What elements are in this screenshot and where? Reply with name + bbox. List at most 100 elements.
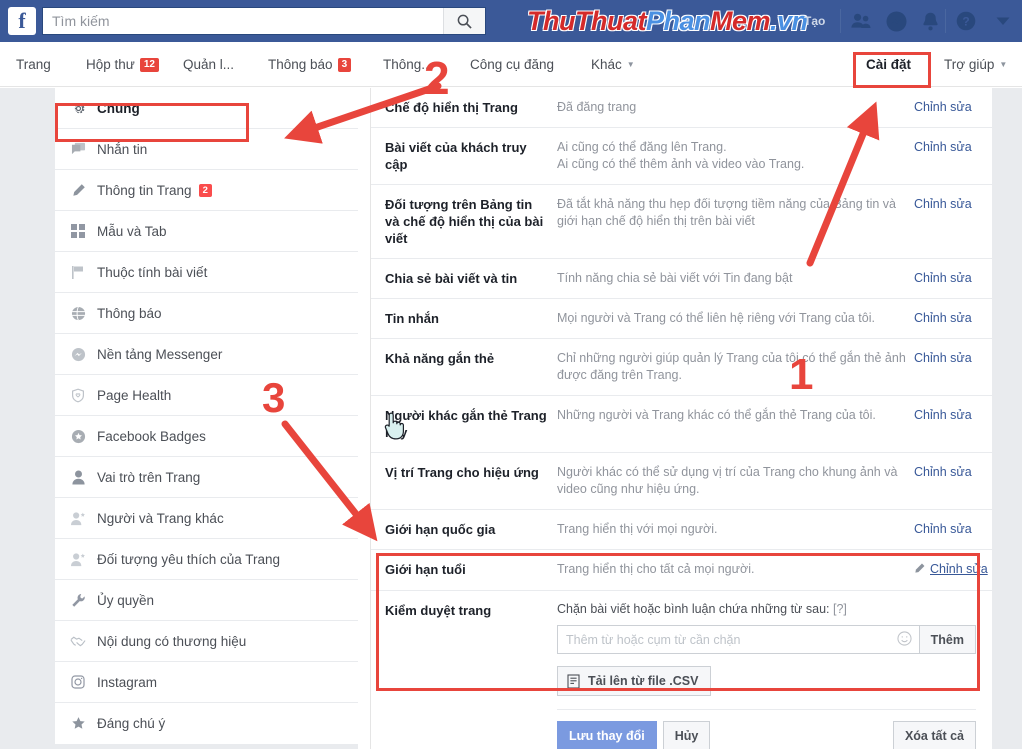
setting-value: Người khác có thể sử dụng vị trí của Tra… (557, 465, 898, 496)
shield-heart-icon (67, 386, 89, 404)
upload-csv-button[interactable]: Tải lên từ file .CSV (557, 666, 712, 696)
topbar-divider-2 (945, 9, 946, 33)
sidebar-item-label: Nhắn tin (97, 141, 148, 157)
tab-cong-cu-dang[interactable]: Công cụ đăng (470, 42, 554, 87)
sidebar-item-thuoc-tinh-bai-viet[interactable]: Thuộc tính bài viết (55, 252, 358, 293)
sidebar-item-nhan-tin[interactable]: Nhắn tin (55, 129, 358, 170)
tab-trang[interactable]: Trang (16, 42, 51, 87)
sidebar-item-mau-va-tab[interactable]: Mẫu và Tab (55, 211, 358, 252)
cancel-button[interactable]: Hủy (662, 721, 711, 749)
tab-thong-tin[interactable]: Thông... (383, 42, 433, 87)
tab-tro-giup[interactable]: Trợ giúp ▼ (944, 42, 1007, 87)
friends-icon[interactable] (849, 10, 873, 32)
edit-link-cell[interactable]: Chỉnh sửa (914, 196, 992, 247)
setting-label: Khả năng gắn thẻ (385, 351, 495, 366)
sidebar-item-dang-chu-y[interactable]: Đáng chú ý (55, 703, 358, 744)
edit-link-cell[interactable]: Chỉnh sửa (914, 521, 992, 538)
sidebar-item-doi-tuong-yeu-thich[interactable]: Đối tượng yêu thích của Trang (55, 539, 358, 580)
setting-value: Ai cũng có thể đăng lên Trang. Ai cũng c… (557, 140, 805, 171)
settings-main-panel: Chế độ hiển thị Trang Đã đăng trang Chỉn… (370, 88, 992, 749)
notifications-icon[interactable] (918, 10, 942, 32)
blocked-words-box[interactable] (557, 625, 920, 654)
tab-label: Trợ giúp (944, 57, 995, 72)
edit-link-cell[interactable]: Chỉnh sửa (914, 139, 992, 173)
setting-label: Bài viết của khách truy cập (385, 140, 527, 172)
save-changes-button[interactable]: Lưu thay đổi (557, 721, 657, 749)
svg-text:?: ? (962, 15, 969, 29)
upload-csv-label: Tải lên từ file .CSV (588, 674, 699, 688)
pencil-icon (67, 181, 89, 199)
setting-row-page-moderation: Kiểm duyệt trang Chặn bài viết hoặc bình… (371, 591, 992, 749)
edit-link[interactable]: Chỉnh sửa (914, 350, 972, 367)
facebook-page-settings-screen: f ThuThuatPhanMem.vn Tạo (0, 0, 1022, 749)
grid-icon (67, 222, 89, 240)
edit-link-cell[interactable]: Chỉnh sửa (914, 464, 992, 498)
gear-icon (67, 99, 89, 117)
delete-all-button[interactable]: Xóa tất cả (892, 721, 976, 749)
emoji-icon[interactable] (897, 630, 912, 649)
edit-link[interactable]: Chỉnh sửa (930, 561, 988, 578)
add-word-button[interactable]: Thêm (919, 625, 976, 654)
setting-label: Chia sẻ bài viết và tin (385, 271, 518, 286)
sidebar-item-uy-quyen[interactable]: Ủy quyền (55, 580, 358, 621)
search-icon[interactable] (443, 8, 485, 34)
person-icon (67, 468, 89, 486)
account-menu-icon[interactable] (991, 10, 1015, 32)
site-watermark: ThuThuatPhanMem.vn (527, 6, 808, 36)
messenger-icon[interactable] (884, 10, 908, 32)
top-navigation-bar: f ThuThuatPhanMem.vn Tạo (0, 0, 1022, 42)
setting-value: Đã tắt khả năng thu hẹp đối tượng tiềm n… (557, 197, 897, 228)
edit-link-cell[interactable]: Chỉnh sửa (914, 407, 992, 441)
sidebar-item-facebook-badges[interactable]: Facebook Badges (55, 416, 358, 457)
moderation-body: Chặn bài viết hoặc bình luận chứa những … (557, 602, 992, 749)
edit-link[interactable]: Chỉnh sửa (914, 407, 972, 424)
setting-label: Người khác gắn thẻ Trang này (385, 408, 547, 440)
edit-link-cell[interactable]: Chỉnh sửa (914, 561, 992, 579)
tab-quan-ly[interactable]: Quản l... (183, 42, 234, 87)
edit-link-cell[interactable]: Chỉnh sửa (914, 99, 992, 116)
edit-link[interactable]: Chỉnh sửa (914, 99, 972, 116)
edit-link-cell[interactable]: Chỉnh sửa (914, 270, 992, 287)
blocked-words-input[interactable] (558, 626, 897, 653)
setting-value: Tính năng chia sẻ bài viết với Tin đang … (557, 271, 793, 285)
sidebar-item-nguoi-va-trang-khac[interactable]: Người và Trang khác (55, 498, 358, 539)
help-marker[interactable]: [?] (833, 602, 847, 616)
flag-icon (67, 263, 89, 281)
tab-hop-thu[interactable]: Hộp thư 12 (86, 42, 159, 87)
sidebar-item-instagram[interactable]: Instagram (55, 662, 358, 703)
create-label[interactable]: Tạo (804, 14, 825, 28)
edit-link[interactable]: Chỉnh sửa (914, 270, 972, 287)
edit-link-cell[interactable]: Chỉnh sửa (914, 310, 992, 327)
sidebar-item-label: Nền tảng Messenger (97, 346, 223, 362)
search-input[interactable] (43, 8, 443, 34)
help-icon[interactable]: ? (954, 10, 978, 32)
edit-link[interactable]: Chỉnh sửa (914, 310, 972, 327)
tab-thong-bao[interactable]: Thông báo 3 (268, 42, 352, 87)
sidebar-item-noi-dung-thuong-hieu[interactable]: Nội dung có thương hiệu (55, 621, 358, 662)
sidebar-item-label: Thông tin Trang (97, 182, 192, 198)
setting-label: Kiểm duyệt trang (385, 603, 492, 618)
inbox-badge: 12 (139, 57, 159, 72)
tab-khac[interactable]: Khác ▼ (591, 42, 635, 87)
setting-row-page-location-effects: Vị trí Trang cho hiệu ứng Người khác có … (371, 453, 992, 510)
facebook-logo-icon[interactable]: f (8, 7, 36, 35)
edit-link-cell[interactable]: Chỉnh sửa (914, 350, 992, 384)
sidebar-item-nen-tang-messenger[interactable]: Nền tảng Messenger (55, 334, 358, 375)
edit-link[interactable]: Chỉnh sửa (914, 521, 972, 538)
sidebar-item-page-health[interactable]: Page Health (55, 375, 358, 416)
edit-link[interactable]: Chỉnh sửa (914, 139, 972, 156)
edit-link[interactable]: Chỉnh sửa (914, 464, 972, 481)
pencil-icon (914, 562, 925, 579)
settings-sidebar: Chung Nhắn tin Thông tin Trang 2 Mẫu và … (0, 88, 358, 749)
setting-row-country-restrictions: Giới hạn quốc gia Trang hiển thị với mọi… (371, 510, 992, 550)
tab-cai-dat[interactable]: Cài đặt (866, 42, 911, 87)
edit-link[interactable]: Chỉnh sửa (914, 196, 972, 213)
search-box[interactable] (42, 7, 486, 35)
sidebar-item-vai-tro-tren-trang[interactable]: Vai trò trên Trang (55, 457, 358, 498)
sidebar-item-thong-tin-trang[interactable]: Thông tin Trang 2 (55, 170, 358, 211)
sidebar-item-thong-bao[interactable]: Thông báo (55, 293, 358, 334)
setting-label: Vị trí Trang cho hiệu ứng (385, 465, 539, 480)
sidebar-item-chung[interactable]: Chung (55, 88, 358, 129)
sidebar-item-label: Người và Trang khác (97, 510, 224, 526)
sidebar-item-label: Facebook Badges (97, 428, 206, 444)
